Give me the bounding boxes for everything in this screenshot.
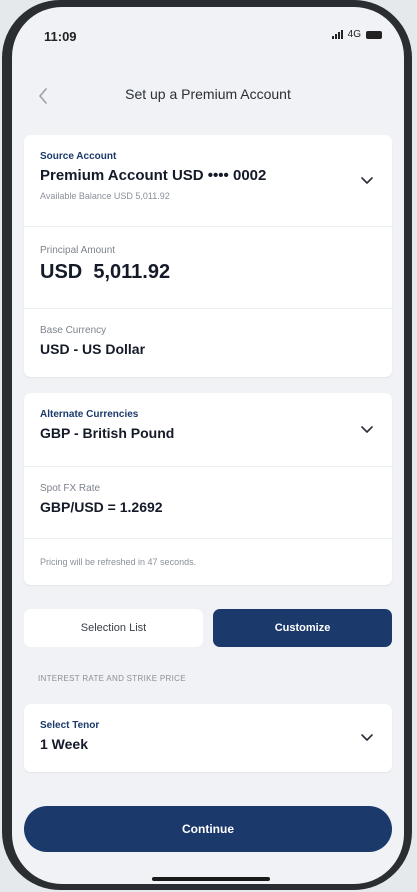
source-account-card: Source Account Premium Account USD •••• … bbox=[24, 135, 392, 377]
source-account-label: Source Account bbox=[40, 151, 117, 162]
alternate-currency-selector[interactable]: Alternate Currencies GBP - British Pound bbox=[24, 393, 392, 467]
fx-card: Alternate Currencies GBP - British Pound… bbox=[24, 393, 392, 585]
principal-amount-label: Principal Amount bbox=[40, 245, 116, 256]
alternate-currencies-label: Alternate Currencies bbox=[40, 409, 139, 420]
phone-frame: 11:09 4G Set up a Premium Account Source… bbox=[2, 0, 412, 890]
alternate-currency-value: GBP - British Pound bbox=[40, 425, 175, 441]
chevron-down-icon bbox=[358, 729, 376, 747]
base-currency-label: Base Currency bbox=[40, 325, 107, 336]
source-account-selector[interactable]: Source Account Premium Account USD •••• … bbox=[24, 135, 392, 227]
continue-button[interactable]: Continue bbox=[24, 806, 392, 852]
status-bar: 11:09 4G bbox=[12, 7, 404, 55]
chevron-down-icon bbox=[358, 172, 376, 190]
tenor-value: 1 Week bbox=[40, 736, 88, 752]
base-currency-row: Base Currency USD - US Dollar bbox=[24, 309, 392, 377]
app-screen: 11:09 4G Set up a Premium Account Source… bbox=[12, 7, 404, 884]
section-heading: INTEREST RATE AND STRIKE PRICE bbox=[38, 674, 186, 683]
source-account-value: Premium Account USD •••• 0002 bbox=[40, 167, 267, 184]
tenor-selector[interactable]: Select Tenor 1 Week bbox=[24, 704, 392, 772]
selection-list-tab[interactable]: Selection List bbox=[24, 609, 203, 647]
spot-fx-rate-label: Spot FX Rate bbox=[40, 483, 101, 494]
status-indicators: 4G bbox=[331, 29, 382, 40]
chevron-down-icon bbox=[358, 421, 376, 439]
spot-fx-rate-value: GBP/USD = 1.2692 bbox=[40, 499, 163, 515]
customize-tab[interactable]: Customize bbox=[213, 609, 392, 647]
status-time: 11:09 bbox=[44, 29, 77, 44]
tenor-card: Select Tenor 1 Week bbox=[24, 704, 392, 772]
principal-amount-row: Principal Amount USD 5,011.92 bbox=[24, 227, 392, 309]
available-balance: Available Balance USD 5,011.92 bbox=[40, 191, 170, 201]
pricing-mode-toggle: Selection List Customize bbox=[24, 609, 392, 647]
network-label: 4G bbox=[347, 29, 361, 40]
pricing-note-row: Pricing will be refreshed in 47 seconds. bbox=[24, 539, 392, 585]
base-currency-value: USD - US Dollar bbox=[40, 341, 146, 357]
page-header: Set up a Premium Account bbox=[12, 77, 404, 113]
spot-fx-rate-row: Spot FX Rate GBP/USD = 1.2692 bbox=[24, 467, 392, 539]
page-title: Set up a Premium Account bbox=[125, 86, 291, 102]
signal-icon bbox=[331, 30, 343, 39]
battery-icon bbox=[366, 30, 382, 39]
principal-amount-value: USD 5,011.92 bbox=[40, 261, 171, 283]
home-indicator bbox=[152, 877, 270, 881]
select-tenor-label: Select Tenor bbox=[40, 720, 100, 731]
pricing-refresh-note: Pricing will be refreshed in 47 seconds. bbox=[40, 557, 197, 567]
